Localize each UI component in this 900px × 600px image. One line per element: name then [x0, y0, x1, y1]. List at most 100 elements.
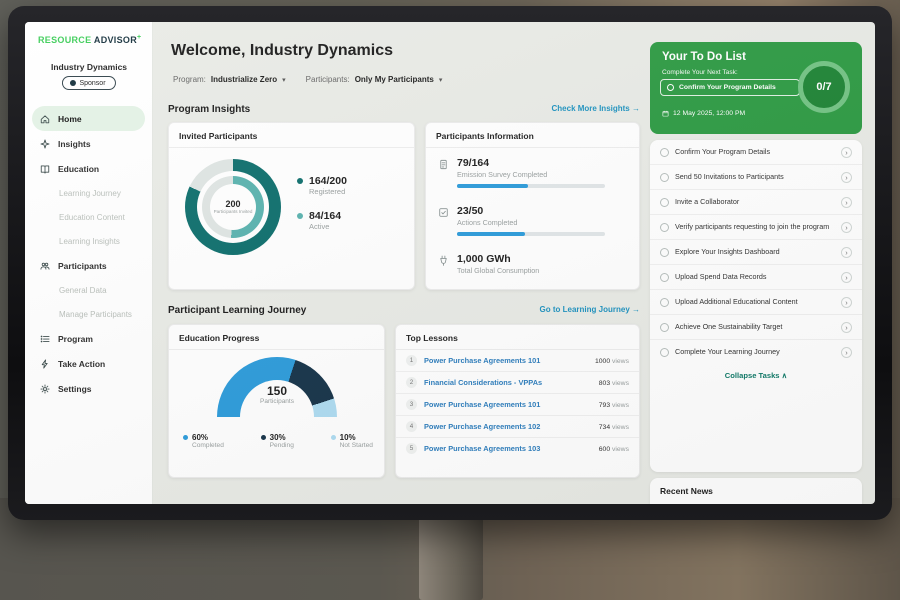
- education-progress-card: Education Progress 150 Participants 60% …: [168, 324, 385, 478]
- check-more-insights-link[interactable]: Check More Insights →: [525, 104, 640, 113]
- not-started-value: 10%: [340, 433, 356, 442]
- top-lessons-card: Top Lessons 1 Power Purchase Agreements …: [395, 324, 640, 478]
- chevron-right-icon[interactable]: ›: [841, 272, 852, 283]
- sidebar-item-education-content[interactable]: Education Content: [25, 205, 152, 229]
- sidebar-item-home[interactable]: Home: [32, 106, 145, 131]
- pending-label: Pending: [270, 442, 294, 449]
- consumption-label: Total Global Consumption: [457, 266, 539, 275]
- sidebar-item-manage-participants[interactable]: Manage Participants: [25, 302, 152, 326]
- actions-icon: [438, 205, 449, 236]
- sidebar-item-insights[interactable]: Insights: [25, 131, 152, 156]
- checkbox-icon[interactable]: [660, 223, 669, 232]
- sidebar-item-learning-journey[interactable]: Learning Journey: [25, 181, 152, 205]
- participants-select[interactable]: Participants: Only My Participants ▾: [306, 75, 443, 84]
- lesson-views: 793: [599, 402, 610, 409]
- sidebar-item-label: Learning Journey: [59, 189, 121, 198]
- chevron-right-icon[interactable]: ›: [841, 322, 852, 333]
- card-title: Invited Participants: [169, 123, 414, 148]
- energy-icon: [438, 253, 449, 275]
- task-row-confirm-program[interactable]: Confirm Your Program Details ›: [650, 140, 862, 165]
- pending-value: 30%: [270, 433, 286, 442]
- lesson-link[interactable]: Power Purchase Agreements 101: [424, 400, 592, 409]
- legend-not-started: 10% Not Started: [331, 433, 373, 449]
- task-row-upload-spend-data[interactable]: Upload Spend Data Records ›: [650, 265, 862, 290]
- checkbox-icon[interactable]: [660, 298, 669, 307]
- page-title: Welcome, Industry Dynamics: [171, 42, 393, 60]
- todo-summary-card: Your To Do List Complete Your Next Task:…: [650, 42, 862, 134]
- chevron-right-icon[interactable]: ›: [841, 197, 852, 208]
- lesson-row: 2 Financial Considerations - VPPAs 803 v…: [396, 372, 639, 394]
- task-label: Send 50 Invitations to Participants: [675, 172, 835, 182]
- filters-bar: Program: Industrialize Zero ▾ Participan…: [173, 75, 442, 84]
- sidebar-item-label: Home: [58, 114, 82, 124]
- sidebar-item-general-data[interactable]: General Data: [25, 278, 152, 302]
- checkbox-icon[interactable]: [660, 248, 669, 257]
- checkbox-icon[interactable]: [667, 84, 674, 91]
- sidebar-item-label: Insights: [58, 139, 91, 149]
- sidebar-item-program[interactable]: Program: [25, 326, 152, 351]
- checkbox-icon[interactable]: [660, 273, 669, 282]
- lesson-link[interactable]: Financial Considerations - VPPAs: [424, 378, 592, 387]
- checkbox-icon[interactable]: [660, 348, 669, 357]
- chevron-right-icon[interactable]: ›: [841, 347, 852, 358]
- task-row-achieve-target[interactable]: Achieve One Sustainability Target ›: [650, 315, 862, 340]
- sidebar-item-learning-insights[interactable]: Learning Insights: [25, 229, 152, 253]
- task-row-invite-collaborator[interactable]: Invite a Collaborator ›: [650, 190, 862, 215]
- chevron-right-icon[interactable]: ›: [841, 297, 852, 308]
- task-label: Explore Your Insights Dashboard: [675, 247, 835, 257]
- chevron-right-icon[interactable]: ›: [841, 222, 852, 233]
- sidebar-item-take-action[interactable]: Take Action: [25, 351, 152, 376]
- lesson-rank: 2: [406, 377, 417, 388]
- card-title: Top Lessons: [396, 325, 639, 350]
- task-row-explore-insights[interactable]: Explore Your Insights Dashboard ›: [650, 240, 862, 265]
- task-label: Verify participants requesting to join t…: [675, 222, 835, 232]
- sponsor-label: Sponsor: [79, 80, 105, 87]
- program-value: Industrialize Zero: [211, 75, 277, 84]
- chevron-right-icon[interactable]: ›: [841, 147, 852, 158]
- actions-row: 23/50 Actions Completed: [438, 205, 605, 236]
- lesson-link[interactable]: Power Purchase Agreements 103: [424, 444, 592, 453]
- lesson-link[interactable]: Power Purchase Agreements 102: [424, 422, 592, 431]
- go-to-learning-journey-link[interactable]: Go to Learning Journey →: [515, 305, 640, 314]
- sidebar-item-label: Participants: [58, 261, 107, 271]
- org-name: Industry Dynamics: [25, 62, 153, 72]
- task-row-upload-educational-content[interactable]: Upload Additional Educational Content ›: [650, 290, 862, 315]
- sidebar-item-settings[interactable]: Settings: [25, 376, 152, 401]
- actions-label: Actions Completed: [457, 218, 605, 227]
- task-row-complete-learning-journey[interactable]: Complete Your Learning Journey ›: [650, 340, 862, 364]
- sidebar-item-label: Learning Insights: [59, 237, 120, 246]
- lesson-rank: 3: [406, 399, 417, 410]
- sidebar-nav: Home Insights Education Learning Journey…: [25, 106, 152, 401]
- learning-journey-heading: Participant Learning Journey: [168, 305, 306, 316]
- chevron-down-icon: ▾: [282, 76, 286, 84]
- sidebar-item-education[interactable]: Education: [25, 156, 152, 181]
- task-row-verify-participants[interactable]: Verify participants requesting to join t…: [650, 215, 862, 240]
- consumption-row: 1,000 GWh Total Global Consumption: [438, 253, 539, 275]
- gear-icon: [39, 384, 51, 394]
- program-insights-heading: Program Insights: [168, 104, 250, 115]
- collapse-tasks-link[interactable]: Collapse Tasks ∧: [650, 364, 862, 387]
- chevron-right-icon[interactable]: ›: [841, 172, 852, 183]
- lesson-link[interactable]: Power Purchase Agreements 101: [424, 356, 588, 365]
- checkbox-icon[interactable]: [660, 148, 669, 157]
- program-select[interactable]: Program: Industrialize Zero ▾: [173, 75, 286, 84]
- sidebar-item-participants[interactable]: Participants: [25, 253, 152, 278]
- not-started-label: Not Started: [340, 442, 373, 449]
- gauge-center-value: 150: [217, 384, 337, 398]
- sidebar-item-label: Program: [58, 334, 93, 344]
- checkbox-icon[interactable]: [660, 173, 669, 182]
- sponsor-badge[interactable]: Sponsor: [61, 76, 115, 90]
- chevron-right-icon[interactable]: ›: [841, 247, 852, 258]
- legend-completed: 60% Completed: [183, 433, 224, 449]
- checkbox-icon[interactable]: [660, 323, 669, 332]
- checkbox-icon[interactable]: [660, 198, 669, 207]
- collapse-label: Collapse Tasks: [725, 371, 780, 380]
- task-row-send-invitations[interactable]: Send 50 Invitations to Participants ›: [650, 165, 862, 190]
- dashboard-screen: RESOURCE ADVISOR+ Industry Dynamics Spon…: [25, 22, 875, 504]
- next-task[interactable]: Confirm Your Program Details: [660, 79, 800, 96]
- monitor-bezel: RESOURCE ADVISOR+ Industry Dynamics Spon…: [8, 6, 892, 520]
- lesson-views: 600: [599, 446, 610, 453]
- sidebar: RESOURCE ADVISOR+ Industry Dynamics Spon…: [25, 22, 153, 504]
- survey-row: 79/164 Emission Survey Completed: [438, 157, 605, 188]
- sidebar-item-label: Education: [58, 164, 99, 174]
